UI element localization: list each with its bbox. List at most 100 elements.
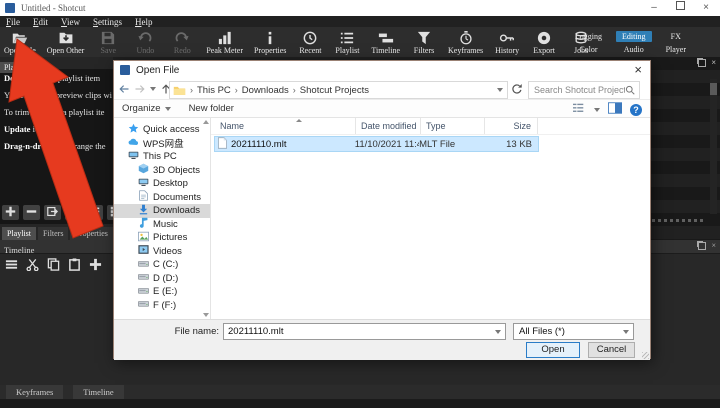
cancel-button[interactable]: Cancel bbox=[588, 342, 635, 358]
timeline-tool-button[interactable] bbox=[89, 258, 102, 276]
playlist-hint: To trim or adjust a playlist ite bbox=[4, 107, 105, 117]
dock-tab[interactable]: Playlist bbox=[2, 227, 37, 240]
sidebar-scroll-down-icon[interactable] bbox=[203, 313, 209, 317]
dialog-app-icon bbox=[120, 65, 130, 75]
sidebar-item[interactable]: Quick access bbox=[114, 123, 210, 137]
layout-button[interactable]: Editing bbox=[616, 30, 652, 42]
menu-item[interactable]: Edit bbox=[33, 17, 48, 27]
close-panel-icon[interactable]: × bbox=[711, 242, 716, 250]
search-input[interactable]: Search Shotcut Projects bbox=[528, 81, 640, 99]
window-control-button[interactable] bbox=[674, 0, 686, 16]
toolbar-button[interactable]: Open Other bbox=[47, 30, 84, 55]
chevron-down-icon[interactable] bbox=[623, 329, 629, 334]
organize-button[interactable]: Organize bbox=[122, 103, 171, 114]
toolbar-button[interactable]: Peak Meter bbox=[206, 30, 243, 55]
help-icon[interactable]: ? bbox=[630, 103, 642, 116]
sidebar-item[interactable]: Documents bbox=[114, 190, 210, 205]
layout-button[interactable]: FX bbox=[665, 31, 687, 42]
float-panel-icon[interactable] bbox=[698, 242, 707, 250]
timeline-tool-button[interactable] bbox=[68, 258, 81, 276]
float-panel-icon[interactable] bbox=[698, 59, 707, 67]
breadcrumb-item[interactable]: › Shotcut Projects bbox=[289, 85, 369, 96]
dock-tab[interactable]: Properties bbox=[70, 227, 113, 240]
sidebar-item[interactable]: Pictures bbox=[114, 231, 210, 245]
window-controls: – × bbox=[648, 0, 712, 16]
menu-item[interactable]: Help bbox=[135, 17, 153, 27]
playlist-tool-button[interactable] bbox=[44, 205, 61, 220]
three-d-icon bbox=[138, 163, 149, 177]
menu-item[interactable]: Settings bbox=[93, 17, 122, 27]
sidebar-item[interactable]: E (E:) bbox=[114, 285, 210, 299]
scrollbar-thumb[interactable] bbox=[710, 83, 717, 95]
dock-tab[interactable]: Keyframes bbox=[6, 385, 64, 399]
column-header[interactable]: Size bbox=[485, 118, 538, 134]
sidebar-item[interactable]: Downloads bbox=[114, 204, 210, 218]
layout-button[interactable]: Audio bbox=[618, 44, 650, 55]
sidebar-item[interactable]: C (C:) bbox=[114, 258, 210, 272]
sidebar-item[interactable]: This PC bbox=[114, 150, 210, 164]
timeline-tool-button[interactable] bbox=[47, 258, 60, 276]
sidebar-item[interactable]: D (D:) bbox=[114, 272, 210, 286]
file-type-select[interactable]: All Files (*) bbox=[513, 323, 634, 340]
toolbar-button[interactable]: Playlist bbox=[334, 30, 360, 55]
layout-button[interactable]: Logging bbox=[569, 31, 608, 42]
dock-tab[interactable]: Filters bbox=[38, 227, 69, 240]
sidebar-scroll-up-icon[interactable] bbox=[203, 120, 209, 124]
recent-scrollbar[interactable] bbox=[710, 79, 717, 214]
file-row[interactable]: 20211110.mlt 11/10/2021 11:43 ... MLT Fi… bbox=[214, 136, 539, 152]
playlist-tool-button[interactable] bbox=[23, 205, 40, 220]
column-header[interactable]: Name bbox=[215, 118, 356, 134]
history-dropdown-icon[interactable] bbox=[150, 87, 156, 91]
views-dropdown-icon[interactable] bbox=[594, 107, 600, 112]
address-bar[interactable]: › This PC › Downloads › Shotcut Projects bbox=[169, 81, 508, 99]
menu-item[interactable]: File bbox=[6, 17, 20, 27]
column-header[interactable]: Type bbox=[421, 118, 485, 134]
resize-grip[interactable] bbox=[642, 352, 649, 359]
layout-button[interactable]: Color bbox=[573, 44, 603, 55]
file-icon bbox=[215, 136, 231, 152]
breadcrumb-item[interactable]: › This PC bbox=[186, 85, 231, 96]
playlist-tool-button[interactable] bbox=[65, 205, 82, 220]
new-folder-button[interactable]: New folder bbox=[189, 103, 234, 114]
timeline-tool-button[interactable] bbox=[26, 258, 39, 276]
address-dropdown-icon[interactable] bbox=[497, 88, 503, 92]
toolbar-button[interactable]: Keyframes bbox=[448, 30, 483, 55]
toolbar-button[interactable]: Open File bbox=[4, 30, 36, 55]
sidebar-item[interactable]: 3D Objects bbox=[114, 164, 210, 178]
toolbar-button[interactable]: Properties bbox=[254, 30, 286, 55]
window-control-button[interactable]: – bbox=[648, 0, 660, 16]
window-control-button[interactable]: × bbox=[700, 0, 712, 16]
toolbar-button[interactable]: Filters bbox=[411, 30, 437, 55]
toolbar-button[interactable]: History bbox=[494, 30, 520, 55]
sidebar-item[interactable]: Desktop bbox=[114, 177, 210, 191]
breadcrumb-item[interactable]: › Downloads bbox=[231, 85, 289, 96]
playlist-panel-title[interactable]: Playlist bbox=[0, 62, 37, 73]
sidebar-item[interactable]: Music bbox=[114, 218, 210, 232]
layout-button[interactable]: Player bbox=[660, 44, 692, 55]
chevron-down-icon[interactable] bbox=[495, 329, 501, 334]
sidebar-item[interactable]: Videos bbox=[114, 245, 210, 259]
toolbar-button[interactable]: Undo bbox=[132, 30, 158, 55]
column-header[interactable]: Date modified bbox=[356, 118, 421, 134]
timeline-tool-button[interactable] bbox=[5, 258, 18, 276]
dialog-close-icon[interactable]: × bbox=[634, 62, 642, 77]
menu-item[interactable]: View bbox=[61, 17, 80, 27]
toolbar-button[interactable]: Redo bbox=[169, 30, 195, 55]
dock-tab[interactable]: Timeline bbox=[73, 385, 124, 399]
sidebar-item[interactable]: WPS网盘 bbox=[114, 137, 210, 150]
refresh-icon[interactable] bbox=[511, 83, 523, 98]
back-icon[interactable] bbox=[118, 83, 130, 95]
toolbar-button[interactable]: Recent bbox=[297, 30, 323, 55]
sidebar-item[interactable]: F (F:) bbox=[114, 299, 210, 313]
toolbar-button[interactable]: Save bbox=[95, 30, 121, 55]
toolbar-button[interactable]: Export bbox=[531, 30, 557, 55]
file-name-input[interactable]: 20211110.mlt bbox=[223, 323, 506, 340]
close-panel-icon[interactable]: × bbox=[711, 59, 716, 67]
preview-pane-icon[interactable] bbox=[608, 102, 622, 117]
open-button[interactable]: Open bbox=[526, 342, 580, 358]
forward-icon[interactable] bbox=[134, 83, 146, 95]
playlist-tool-button[interactable] bbox=[86, 205, 103, 220]
playlist-tool-button[interactable] bbox=[2, 205, 19, 220]
toolbar-button[interactable]: Timeline bbox=[371, 30, 400, 55]
change-view-icon[interactable] bbox=[572, 102, 586, 117]
